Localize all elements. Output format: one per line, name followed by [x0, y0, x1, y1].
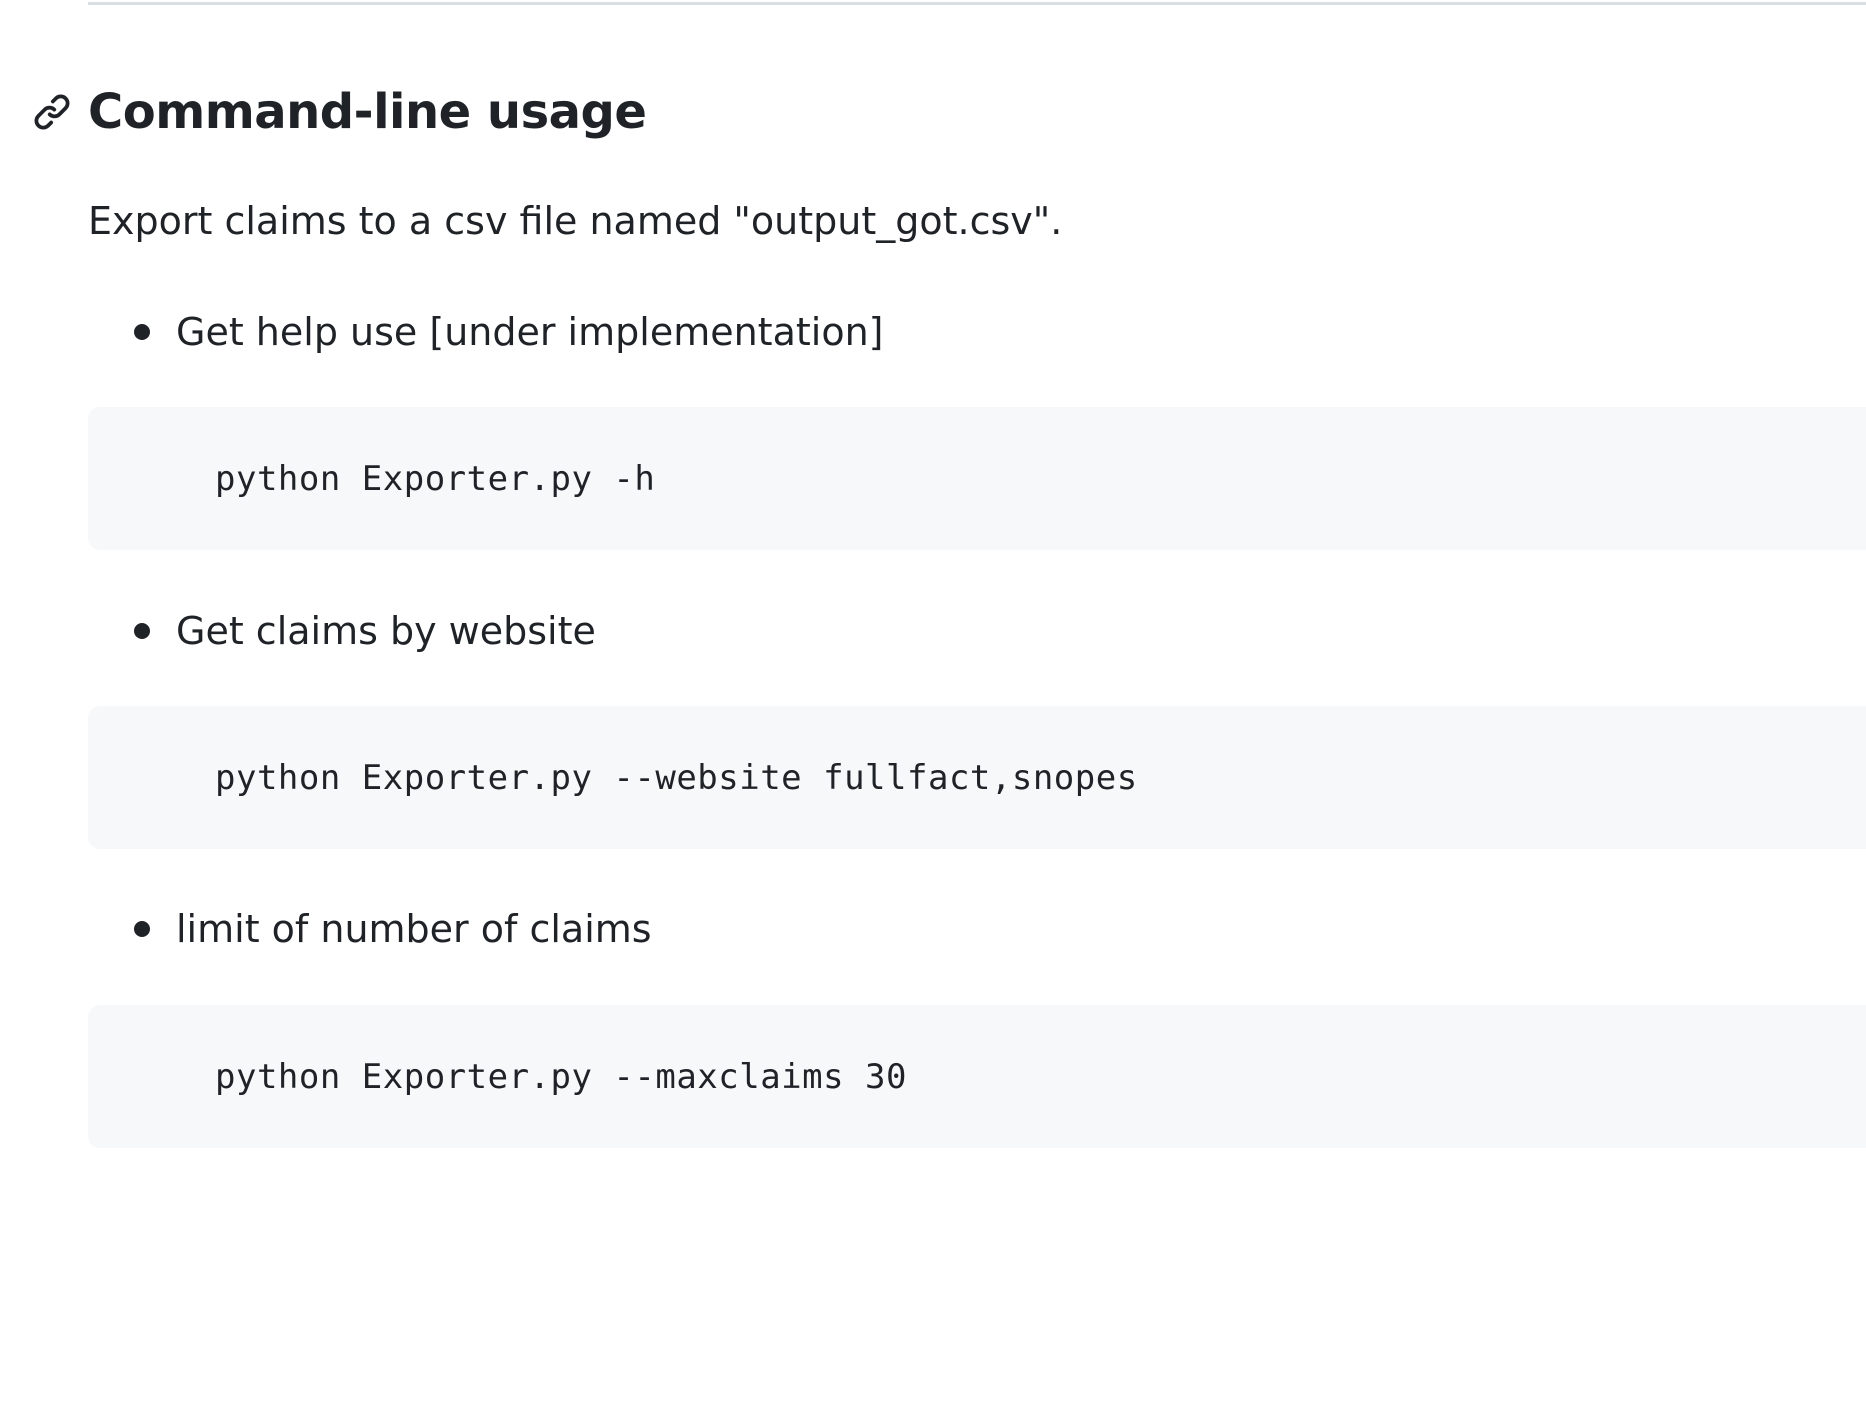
- bullet-icon: [134, 921, 150, 937]
- bullet-icon: [134, 324, 150, 340]
- code-line: python Exporter.py --maxclaims 30: [215, 1056, 908, 1097]
- anchor-link[interactable]: [30, 90, 74, 134]
- list-item-label: Get help use [under implementation]: [176, 310, 884, 354]
- section-divider: [88, 2, 1866, 5]
- list-item-maxclaims: limit of number of claims: [134, 899, 652, 959]
- list-item-label: Get claims by website: [176, 609, 596, 653]
- list-item-website: Get claims by website: [134, 601, 596, 661]
- code-line: python Exporter.py --website fullfact,sn…: [215, 757, 1138, 798]
- link-icon: [34, 94, 70, 130]
- intro-text: Export claims to a csv file named "outpu…: [88, 199, 1063, 243]
- code-block-maxclaims: python Exporter.py --maxclaims 30: [88, 1005, 1866, 1148]
- code-block-website: python Exporter.py --website fullfact,sn…: [88, 706, 1866, 849]
- section-heading: Command-line usage: [30, 72, 647, 152]
- code-block-help: python Exporter.py -h: [88, 407, 1866, 550]
- list-item-help: Get help use [under implementation]: [134, 302, 883, 362]
- bullet-icon: [134, 623, 150, 639]
- page-title: Command-line usage: [88, 84, 647, 140]
- code-line: python Exporter.py -h: [215, 458, 656, 499]
- list-item-label: limit of number of claims: [176, 907, 652, 951]
